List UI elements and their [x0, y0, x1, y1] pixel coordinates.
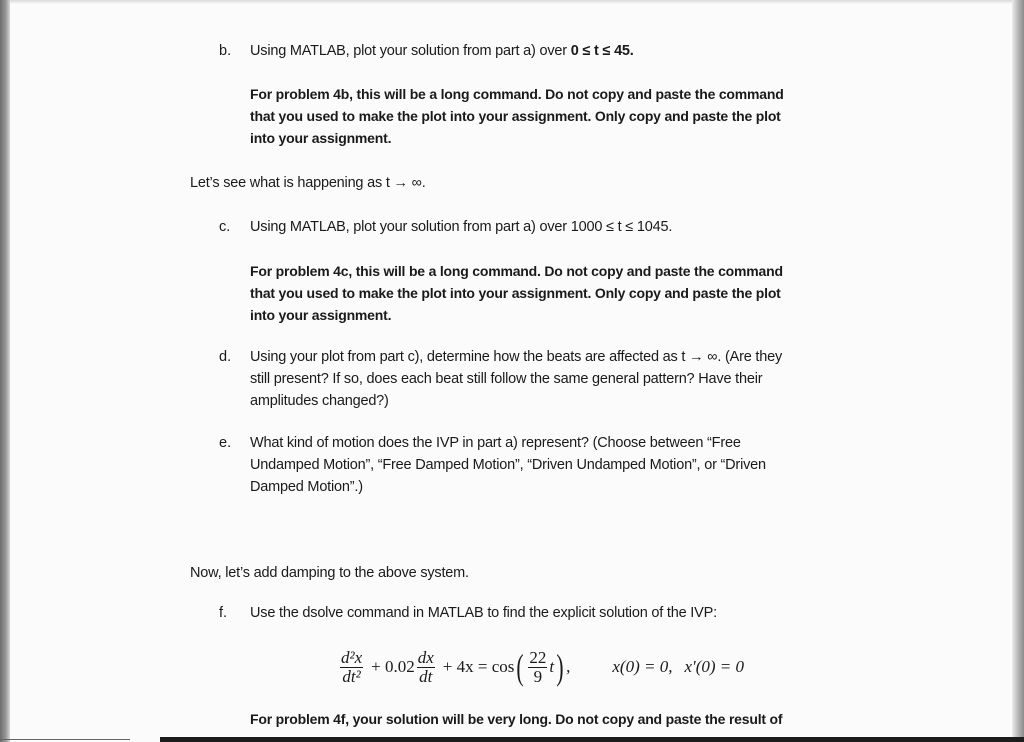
second-derivative-fraction: d²x dt²: [340, 647, 364, 686]
initial-condition-velocity: x′(0) = 0: [684, 657, 745, 676]
part-b-question-text: Using MATLAB, plot your solution from pa…: [250, 43, 571, 59]
part-d-line: still present? If so, does each beat sti…: [250, 371, 763, 387]
document-page: b. Using MATLAB, plot your solution from…: [0, 0, 1024, 742]
part-d-text: Using your plot from part c), determine …: [250, 346, 782, 412]
equation-comma: ,: [566, 657, 571, 676]
part-d-label: d.: [219, 349, 232, 365]
part-c-question: Using MATLAB, plot your solution from pa…: [250, 216, 672, 238]
part-b-question: Using MATLAB, plot your solution from pa…: [250, 40, 634, 62]
transition-text-infinity: Let’s see what is happening as t → ∞.: [190, 175, 426, 191]
part-b-note: For problem 4b, this will be a long comm…: [250, 83, 784, 149]
part-d-line: Using your plot from part c), determine …: [250, 349, 783, 365]
ivp-equation: d²x dt² + 0.02 dx dt + 4x = cos ( 22 9 t…: [338, 642, 744, 692]
fraction-denominator: dt²: [342, 666, 361, 686]
part-c-note-line: that you used to make the plot into your…: [250, 285, 781, 301]
fraction-numerator: 22: [529, 647, 547, 667]
part-b-note-line: into your assignment.: [250, 130, 392, 146]
part-e-text: What kind of motion does the IVP in part…: [250, 432, 766, 498]
first-derivative-fraction: dx dt: [416, 647, 435, 686]
part-c-label: c.: [219, 219, 231, 235]
part-b-note-line: that you used to make the plot into your…: [250, 108, 781, 124]
fraction-denominator: 9: [533, 666, 543, 686]
left-paren: (: [516, 647, 524, 687]
part-c-note-line: For problem 4c, this will be a long comm…: [250, 263, 783, 279]
part-e-line: Damped Motion”.): [250, 479, 363, 495]
fraction-denominator: dt: [419, 666, 433, 686]
part-b-note-line: For problem 4b, this will be a long comm…: [250, 86, 784, 102]
time-variable: t: [549, 657, 555, 676]
fraction-numerator: dx: [417, 647, 434, 667]
part-f-label: f.: [219, 605, 228, 621]
damping-coefficient: + 0.02: [371, 657, 415, 676]
part-e-label: e.: [219, 435, 232, 451]
part-e-line: What kind of motion does the IVP in part…: [250, 435, 741, 451]
part-c-question-text: Using MATLAB, plot your solution from pa…: [250, 219, 571, 235]
equation-rest: + 4x = cos: [442, 657, 515, 676]
part-d-line: amplitudes changed?): [250, 393, 389, 409]
transition-text-damping: Now, let’s add damping to the above syst…: [190, 565, 469, 581]
frequency-fraction: 22 9: [528, 647, 548, 686]
part-f-note: For problem 4f, your solution will be ve…: [250, 711, 783, 727]
part-c-range: 1000 ≤ t ≤ 1045.: [570, 219, 673, 235]
part-b-range: 0 ≤ t ≤ 45.: [570, 43, 634, 59]
fraction-numerator: d²x: [341, 647, 363, 667]
part-e-line: Undamped Motion”, “Free Damped Motion”, …: [250, 457, 766, 473]
initial-condition-position: x(0) = 0,: [612, 657, 673, 676]
part-f-question: Use the dsolve command in MATLAB to find…: [250, 605, 717, 621]
part-c-note-line: into your assignment.: [250, 307, 392, 323]
right-paren: ): [556, 647, 564, 687]
part-c-note: For problem 4c, this will be a long comm…: [250, 260, 783, 326]
part-b-label: b.: [219, 43, 232, 59]
